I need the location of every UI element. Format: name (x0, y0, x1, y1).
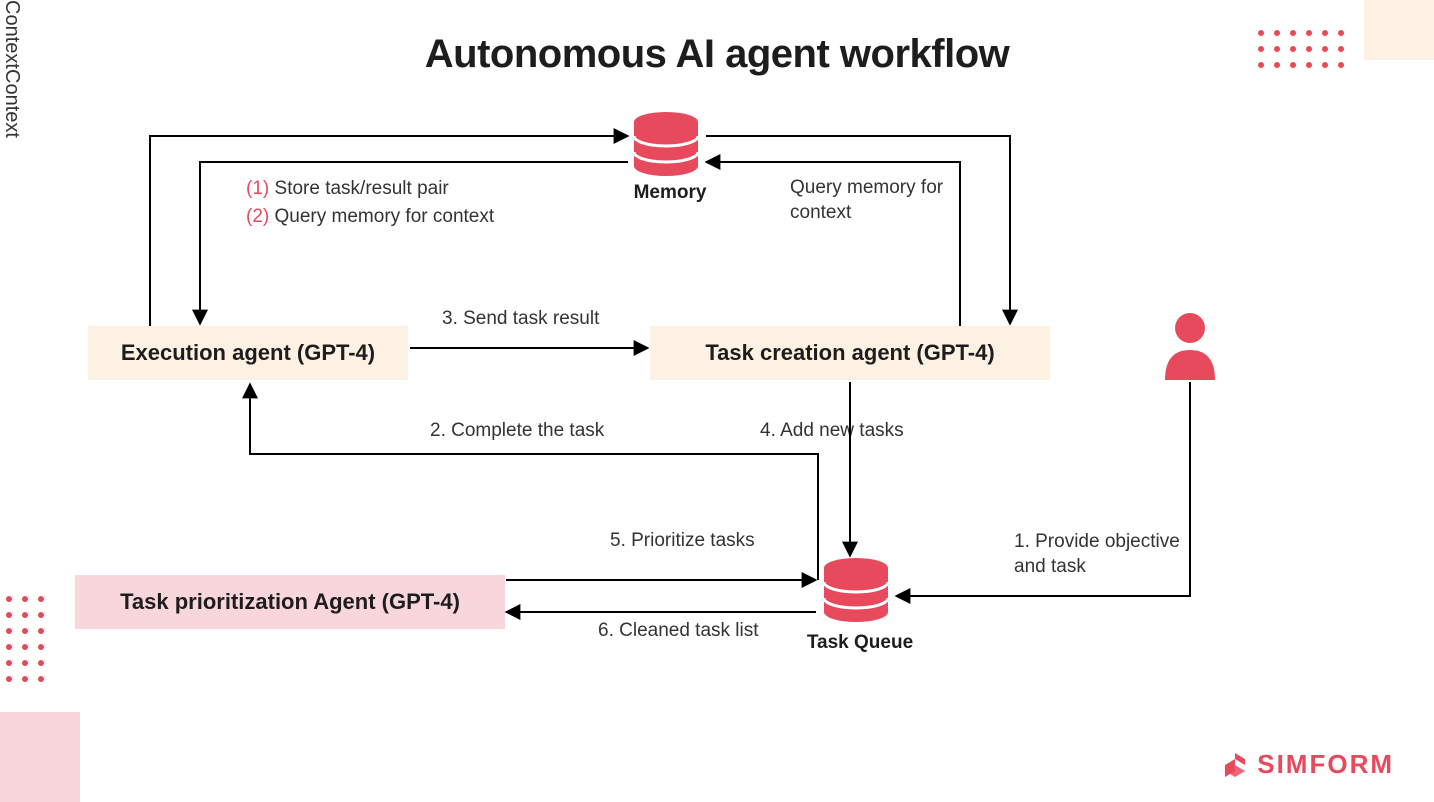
store-pair-text: Store task/result pair (275, 178, 449, 199)
diagram-arrows (0, 0, 1434, 802)
step4-label: 4. Add new tasks (760, 420, 904, 442)
query-context-left-label: (2) Query memory for context (246, 206, 494, 228)
brand-logo: SIMFORM (1221, 749, 1394, 780)
task-queue-label: Task Queue (800, 632, 920, 654)
step6-label: 6. Cleaned task list (598, 620, 759, 642)
user-icon (1160, 310, 1220, 380)
query-context-right-label: Query memory for context (790, 176, 943, 225)
deco-dots-bottom-left (6, 596, 44, 682)
memory-db-icon (630, 112, 702, 176)
step2-label: 2. Complete the task (430, 420, 604, 442)
deco-pink-bottom-left (0, 712, 80, 802)
brand-logo-icon (1221, 751, 1249, 779)
task-queue-db-icon (820, 558, 892, 622)
step1-label: 1. Provide objective and task (1014, 530, 1180, 579)
store-pair-num: (1) (246, 178, 269, 199)
task-creation-agent-node: Task creation agent (GPT-4) (650, 326, 1050, 380)
context-right-label: Context (0, 69, 23, 138)
memory-label: Memory (630, 182, 710, 204)
task-prioritization-agent-node: Task prioritization Agent (GPT-4) (75, 575, 505, 629)
query-context-left-text: Query memory for context (275, 206, 495, 227)
store-pair-label: (1) Store task/result pair (246, 178, 449, 200)
execution-agent-node: Execution agent (GPT-4) (88, 326, 408, 380)
brand-name: SIMFORM (1257, 749, 1394, 780)
diagram-title: Autonomous AI agent workflow (0, 32, 1434, 77)
query-context-num: (2) (246, 206, 269, 227)
step3-label: 3. Send task result (442, 308, 599, 330)
step5-label: 5. Prioritize tasks (610, 530, 755, 552)
